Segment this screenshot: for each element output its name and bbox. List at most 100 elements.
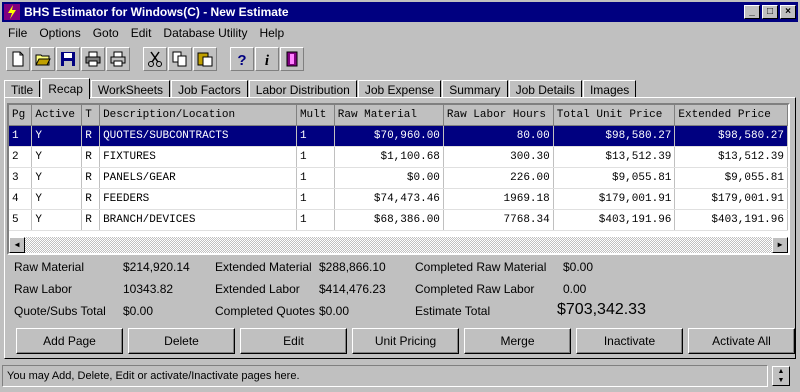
cell-mult: 1 [296,209,335,231]
arrow-right-icon: ▶ [777,241,783,250]
tab-worksheets[interactable]: WorkSheets [90,80,171,98]
column-header[interactable]: Active [31,105,83,126]
tab-summary[interactable]: Summary [442,80,508,98]
status-text: You may Add, Delete, Edit or activate/In… [7,370,300,382]
tab-job-expense[interactable]: Job Expense [357,80,442,98]
save-button[interactable] [56,47,80,71]
close-button[interactable]: × [780,5,796,19]
printer-icon [110,51,126,67]
completed-raw-material-value: $0.00 [563,260,594,274]
exit-button[interactable] [280,47,304,71]
cell-description: BRANCH/DEVICES [99,209,297,231]
menu-goto[interactable]: Goto [87,26,125,40]
completed-raw-labor-label: Completed Raw Labor [415,282,535,296]
svg-text:?: ? [237,52,246,67]
merge-button[interactable]: Merge [464,328,571,354]
extended-labor-label: Extended Labor [215,282,300,296]
extended-material-label: Extended Material [215,260,312,274]
column-header[interactable]: Extended Price [674,105,788,126]
cell-raw-material: $0.00 [334,167,444,189]
add-page-button[interactable]: Add Page [16,328,123,354]
cell-extended-price: $403,191.96 [674,209,788,231]
column-header[interactable]: Raw Material [334,105,444,126]
estimate-total-value: $703,342.33 [557,301,646,318]
new-button[interactable] [6,47,30,71]
scroll-right-button[interactable]: ▶ [772,237,788,253]
table-row[interactable]: 4 Y R FEEDERS 1 $74,473.46 1969.18 $179,… [9,188,788,210]
cut-button[interactable] [143,47,167,71]
info-button[interactable]: i [255,47,279,71]
menu-options[interactable]: Options [33,26,86,40]
cell-pg: 5 [9,209,33,231]
copy-button[interactable] [168,47,192,71]
cell-mult: 1 [296,125,335,147]
delete-button[interactable]: Delete [128,328,235,354]
column-header[interactable]: Mult [296,105,335,126]
quote-subs-label: Quote/Subs Total [14,304,106,318]
column-header[interactable]: Total Unit Price [553,105,676,126]
scroll-track[interactable] [25,237,772,253]
minimize-button[interactable]: _ [744,5,760,19]
unit-pricing-button[interactable]: Unit Pricing [352,328,459,354]
cell-raw-material: $74,473.46 [334,188,444,210]
tab-job-factors[interactable]: Job Factors [171,80,248,98]
extended-material-value: $288,866.10 [319,260,386,274]
cell-description: PANELS/GEAR [99,167,297,189]
raw-labor-label: Raw Labor [14,282,73,296]
cell-total-unit-price: $9,055.81 [553,167,676,189]
help-button[interactable]: ? [230,47,254,71]
menu-help[interactable]: Help [253,26,290,40]
scroll-left-button[interactable]: ◀ [9,237,25,253]
table-row[interactable]: 2 Y R FIXTURES 1 $1,100.68 300.30 $13,51… [9,146,788,168]
column-header[interactable]: Raw Labor Hours [443,105,554,126]
tab-job-details[interactable]: Job Details [508,80,582,98]
printer-icon [85,51,101,67]
cell-extended-price: $179,001.91 [674,188,788,210]
cell-active: Y [31,188,83,210]
cell-raw-labor-hours: 1969.18 [443,188,554,210]
svg-text:i: i [265,53,270,67]
paste-button[interactable] [193,47,217,71]
close-icon: × [785,6,791,17]
tab-labor-distribution[interactable]: Labor Distribution [248,80,357,98]
cell-mult: 1 [296,188,335,210]
arrow-down-icon: ▼ [777,377,785,384]
cell-type: R [81,167,101,189]
open-folder-icon [35,54,51,66]
menu-bar: File Options Goto Edit Database Utility … [2,24,290,42]
cell-mult: 1 [296,146,335,168]
open-button[interactable] [31,47,55,71]
table-row[interactable]: 1 Y R QUOTES/SUBCONTRACTS 1 $70,960.00 8… [9,125,788,147]
horizontal-scrollbar[interactable]: ◀ ▶ [9,237,788,253]
copy-icon [172,51,187,67]
pages-grid[interactable]: Pg Active T Description/Location Mult Ra… [7,103,790,255]
column-header[interactable]: Description/Location [99,105,297,126]
column-header[interactable]: T [81,105,101,126]
inactivate-button[interactable]: Inactivate [576,328,683,354]
menu-edit[interactable]: Edit [125,26,158,40]
cell-raw-labor-hours: 226.00 [443,167,554,189]
activate-all-button[interactable]: Activate All [688,328,795,354]
title-bar: BHS Estimator for Windows(C) - New Estim… [2,2,798,22]
menu-file[interactable]: File [2,26,33,40]
tab-title[interactable]: Title [4,80,41,98]
edit-button[interactable]: Edit [240,328,347,354]
print-button[interactable] [81,47,105,71]
print-preview-button[interactable] [106,47,130,71]
table-row[interactable]: 5 Y R BRANCH/DEVICES 1 $68,386.00 7768.3… [9,209,788,231]
window-title: BHS Estimator for Windows(C) - New Estim… [24,5,289,19]
cell-description: QUOTES/SUBCONTRACTS [99,125,297,147]
cell-type: R [81,188,101,210]
column-header[interactable]: Pg [9,105,33,126]
raw-labor-value: 10343.82 [123,282,174,296]
tab-images[interactable]: Images [582,80,637,98]
tab-recap[interactable]: Recap [41,78,90,99]
raw-material-value: $214,920.14 [123,260,190,274]
completed-quotes-value: $0.00 [319,304,350,318]
cell-pg: 1 [9,125,33,147]
table-row[interactable]: 3 Y R PANELS/GEAR 1 $0.00 226.00 $9,055.… [9,167,788,189]
completed-raw-material-label: Completed Raw Material [415,260,547,274]
status-spinner[interactable]: ▲ ▼ [772,366,790,386]
maximize-button[interactable]: □ [762,5,778,19]
menu-database-utility[interactable]: Database Utility [157,26,253,40]
